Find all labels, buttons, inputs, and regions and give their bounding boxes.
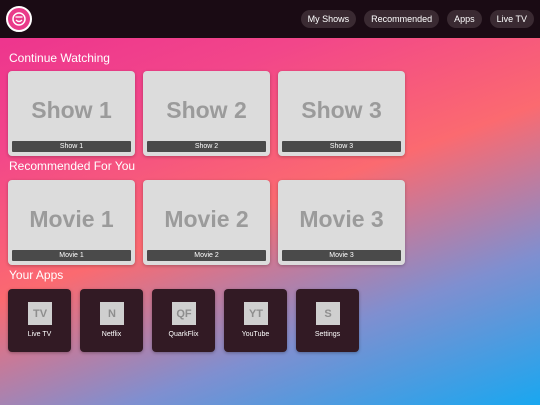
nav-recommended[interactable]: Recommended: [364, 10, 440, 28]
card-artwork-text: Show 2: [166, 97, 247, 123]
movie-card[interactable]: Movie 1 Movie 1: [8, 180, 135, 265]
app-tile-youtube[interactable]: YT YouTube: [224, 289, 287, 352]
card-artwork-text: Show 1: [31, 97, 112, 123]
top-bar: My Shows Recommended Apps Live TV: [0, 0, 540, 38]
card-label: Movie 1: [12, 250, 131, 261]
your-apps-title: Your Apps: [9, 268, 64, 282]
movie-card[interactable]: Movie 2 Movie 2: [143, 180, 270, 265]
recommended-title: Recommended For You: [9, 159, 136, 173]
continue-watching-row: Show 1 Show 1 Show 2 Show 2 Show 3 Show …: [8, 71, 405, 156]
card-label: Movie 2: [147, 250, 266, 261]
app-label: QuarkFlix: [168, 331, 199, 338]
app-tile-settings[interactable]: S Settings: [296, 289, 359, 352]
nav-live-tv[interactable]: Live TV: [489, 10, 534, 28]
show-card[interactable]: Show 2 Show 2: [143, 71, 270, 156]
app-label: Settings: [314, 331, 341, 338]
app-tile-netflix[interactable]: N Netflix: [80, 289, 143, 352]
apps-row: TV Live TV N Netflix QF QuarkFlix YT You…: [8, 289, 359, 352]
smiley-tv-icon: [12, 12, 26, 26]
show-card[interactable]: Show 1 Show 1: [8, 71, 135, 156]
app-label: Live TV: [27, 331, 52, 338]
app-tile-live-tv[interactable]: TV Live TV: [8, 289, 71, 352]
nav-apps[interactable]: Apps: [447, 10, 482, 28]
live-tv-app-icon: TV: [28, 302, 52, 325]
card-label: Show 2: [147, 141, 266, 152]
continue-watching-title: Continue Watching: [9, 51, 110, 65]
show-card[interactable]: Show 3 Show 3: [278, 71, 405, 156]
app-label: Netflix: [101, 331, 122, 338]
top-nav: My Shows Recommended Apps Live TV: [300, 10, 534, 28]
card-artwork-text: Show 3: [301, 97, 382, 123]
card-artwork-text: Movie 1: [29, 206, 114, 232]
card-label: Movie 3: [282, 250, 401, 261]
logo-icon[interactable]: [6, 6, 32, 32]
recommended-row: Movie 1 Movie 1 Movie 2 Movie 2 Movie 3 …: [8, 180, 405, 265]
app-tile-quarkflix[interactable]: QF QuarkFlix: [152, 289, 215, 352]
app-label: YouTube: [241, 331, 270, 338]
card-artwork-text: Movie 2: [164, 206, 249, 232]
card-artwork-text: Movie 3: [299, 206, 384, 232]
youtube-app-icon: YT: [244, 302, 268, 325]
card-label: Show 3: [282, 141, 401, 152]
movie-card[interactable]: Movie 3 Movie 3: [278, 180, 405, 265]
card-label: Show 1: [12, 141, 131, 152]
quarkflix-app-icon: QF: [172, 302, 196, 325]
settings-app-icon: S: [316, 302, 340, 325]
netflix-app-icon: N: [100, 302, 124, 325]
nav-my-shows[interactable]: My Shows: [300, 10, 357, 28]
